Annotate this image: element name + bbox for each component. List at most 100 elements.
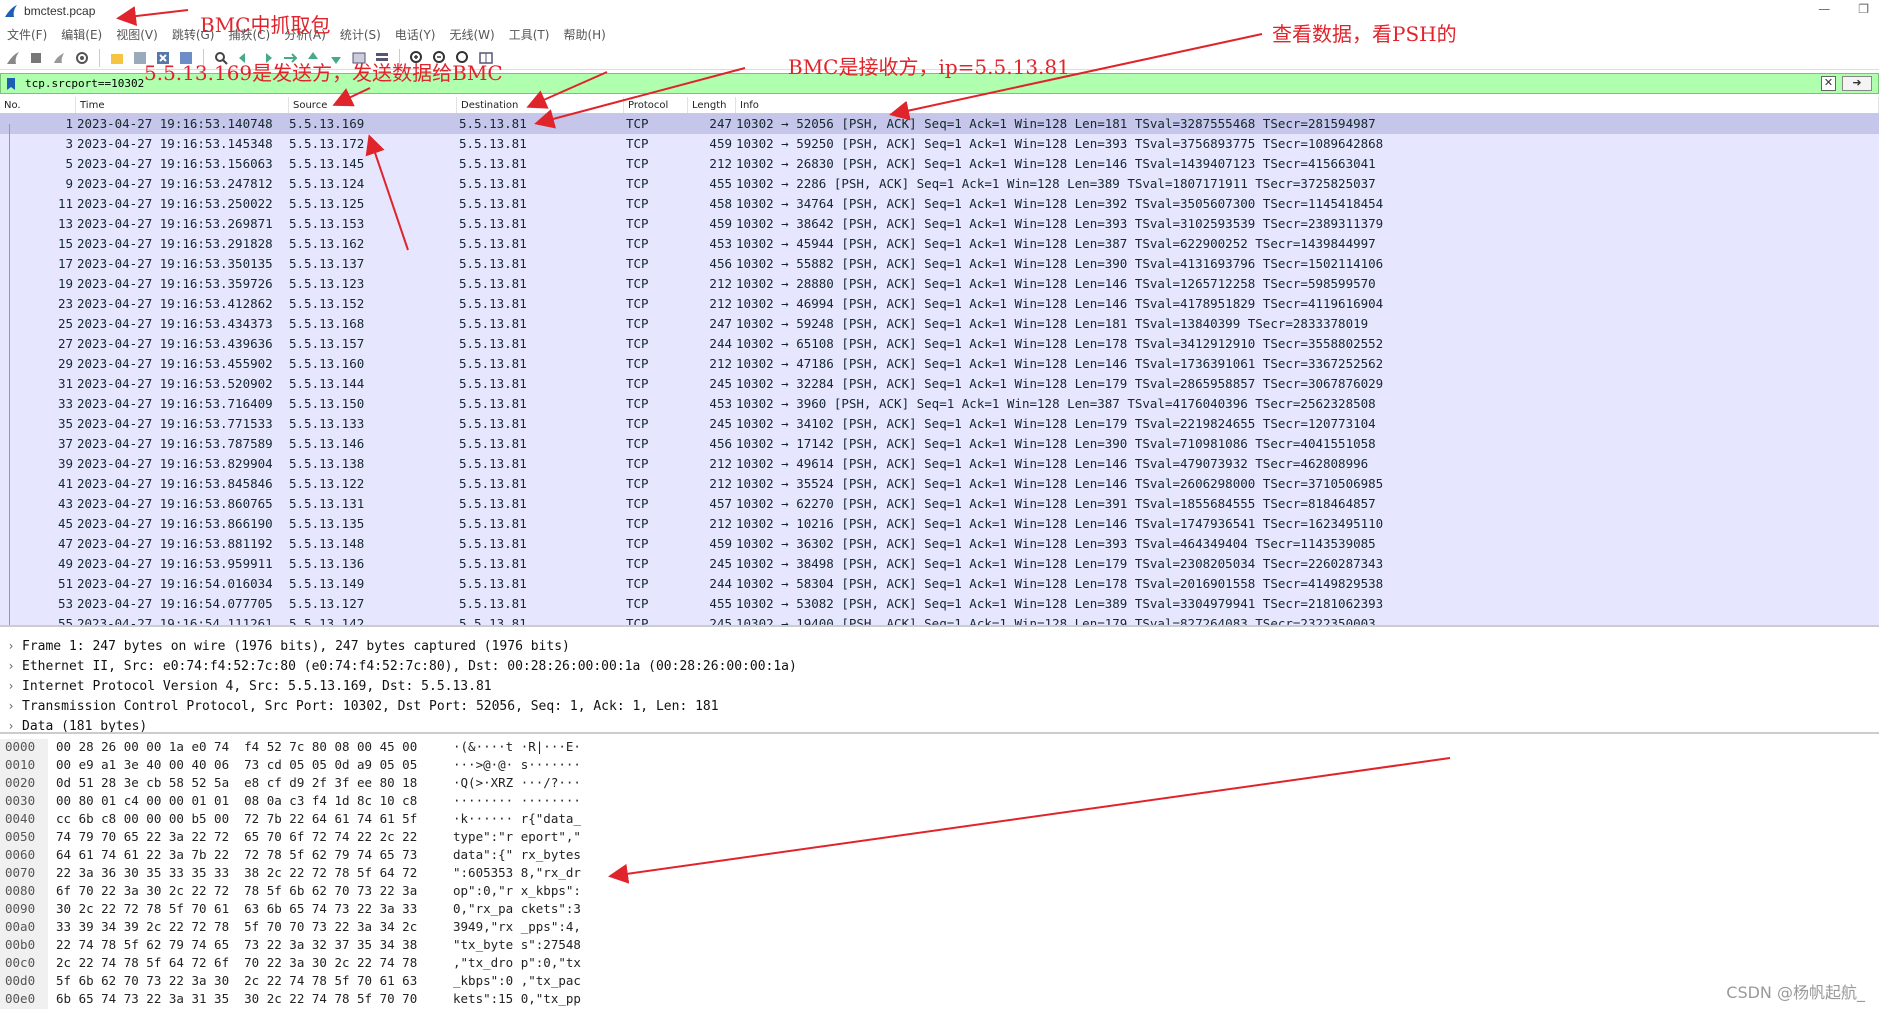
packet-cell-time: 2023-04-27 19:16:53.881192 (77, 536, 273, 551)
hex-dump-hex[interactable]: 00 80 01 c4 00 00 01 01 08 0a c3 f4 1d 8… (48, 793, 453, 811)
detail-tree-item[interactable]: › Frame 1: 247 bytes on wire (1976 bits),… (0, 636, 1879, 656)
hex-dump-off: 0010 (0, 757, 48, 775)
menu-item[interactable]: 无线(W) (443, 24, 502, 44)
column-header-destination[interactable]: Destination (457, 97, 624, 113)
hex-dump-ascii[interactable]: ·k······ r{"data_ (453, 811, 653, 829)
packet-row[interactable]: 41 2023-04-27 19:16:53.845846 5.5.13.122 5.… (0, 474, 1879, 494)
hex-dump-hex[interactable]: 6b 65 74 73 22 3a 31 35 30 2c 22 74 78 5… (48, 991, 453, 1009)
chevron-right-icon[interactable]: › (0, 699, 22, 713)
minimize-button[interactable]: — (1818, 2, 1830, 16)
hex-dump-ascii[interactable]: ········ ········ (453, 793, 653, 811)
apply-filter-button[interactable]: ➜ (1842, 76, 1872, 91)
chevron-right-icon[interactable]: › (0, 679, 22, 693)
clear-filter-button[interactable]: ✕ (1821, 76, 1836, 91)
packet-row[interactable]: 43 2023-04-27 19:16:53.860765 5.5.13.131 5.… (0, 494, 1879, 514)
column-header-length[interactable]: Length (688, 97, 736, 113)
hex-dump-hex[interactable]: 33 39 34 39 2c 22 72 78 5f 70 70 73 22 3… (48, 919, 453, 937)
column-header-info[interactable]: Info (736, 97, 1879, 113)
hex-dump-row: 0010 00 e9 a1 3e 40 00 40 06 73 cd 05 05 … (0, 757, 1879, 775)
hex-dump-hex[interactable]: 2c 22 74 78 5f 64 72 6f 70 22 3a 30 2c 2… (48, 955, 453, 973)
packet-row[interactable]: 11 2023-04-27 19:16:53.250022 5.5.13.125 5.… (0, 194, 1879, 214)
hex-dump-ascii[interactable]: data":{" rx_bytes (453, 847, 653, 865)
hex-dump-hex[interactable]: 00 e9 a1 3e 40 00 40 06 73 cd 05 05 0d a… (48, 757, 453, 775)
hex-dump-ascii[interactable]: ···>@·@· s······· (453, 757, 653, 775)
hex-dump-hex[interactable]: 30 2c 22 72 78 5f 70 61 63 6b 65 74 73 2… (48, 901, 453, 919)
hex-dump-hex[interactable]: 00 28 26 00 00 1a e0 74 f4 52 7c 80 08 0… (48, 739, 453, 757)
packet-row[interactable]: 23 2023-04-27 19:16:53.412862 5.5.13.152 5.… (0, 294, 1879, 314)
packet-row[interactable]: 3 2023-04-27 19:16:53.145348 5.5.13.172 5.5… (0, 134, 1879, 154)
restart-capture-icon[interactable] (50, 49, 68, 67)
menu-item[interactable]: 编辑(E) (54, 24, 109, 44)
hex-dump-hex[interactable]: 22 3a 36 30 35 33 35 33 38 2c 22 72 78 5… (48, 865, 453, 883)
hex-dump-hex[interactable]: 74 79 70 65 22 3a 22 72 65 70 6f 72 74 2… (48, 829, 453, 847)
packet-row[interactable]: 25 2023-04-27 19:16:53.434373 5.5.13.168 5.… (0, 314, 1879, 334)
menu-item[interactable]: 文件(F) (0, 24, 54, 44)
packet-row[interactable]: 13 2023-04-27 19:16:53.269871 5.5.13.153 5.… (0, 214, 1879, 234)
menu-item[interactable]: 视图(V) (109, 24, 165, 44)
hex-dump-ascii[interactable]: ":605353 8,"rx_dr (453, 865, 653, 883)
filter-bookmark-icon[interactable] (5, 77, 17, 91)
menu-item[interactable]: 工具(T) (502, 24, 557, 44)
packet-row[interactable]: 51 2023-04-27 19:16:54.016034 5.5.13.149 5.… (0, 574, 1879, 594)
packet-cell-src: 5.5.13.152 (289, 296, 365, 311)
packet-row[interactable]: 37 2023-04-27 19:16:53.787589 5.5.13.146 5.… (0, 434, 1879, 454)
packet-row[interactable]: 49 2023-04-27 19:16:53.959911 5.5.13.136 5.… (0, 554, 1879, 574)
hex-dump-ascii[interactable]: ,"tx_dro p":0,"tx (453, 955, 653, 973)
open-file-folder-icon[interactable] (108, 49, 126, 67)
packet-row[interactable]: 19 2023-04-27 19:16:53.359726 5.5.13.123 5.… (0, 274, 1879, 294)
hex-dump-hex[interactable]: cc 6b c8 00 00 00 b5 00 72 7b 22 64 61 7… (48, 811, 453, 829)
packet-cell-info: 10302 → 49614 [PSH, ACK] Seq=1 Ack=1 Win… (736, 456, 1369, 471)
packet-row[interactable]: 35 2023-04-27 19:16:53.771533 5.5.13.133 5.… (0, 414, 1879, 434)
detail-tree-item[interactable]: › Transmission Control Protocol, Src Port… (0, 696, 1879, 716)
detail-tree-item[interactable]: › Internet Protocol Version 4, Src: 5.5.1… (0, 676, 1879, 696)
packet-row[interactable]: 27 2023-04-27 19:16:53.439636 5.5.13.157 5.… (0, 334, 1879, 354)
hex-dump-hex[interactable]: 0d 51 28 3e cb 58 52 5a e8 cf d9 2f 3f e… (48, 775, 453, 793)
chevron-right-icon[interactable]: › (0, 659, 22, 673)
column-header-protocol[interactable]: Protocol (624, 97, 688, 113)
hex-dump-ascii[interactable]: _kbps":0 ,"tx_pac (453, 973, 653, 991)
packet-row[interactable]: 1 2023-04-27 19:16:53.140748 5.5.13.169 5.5… (0, 114, 1879, 134)
packet-row[interactable]: 29 2023-04-27 19:16:53.455902 5.5.13.160 5.… (0, 354, 1879, 374)
packet-row[interactable]: 39 2023-04-27 19:16:53.829904 5.5.13.138 5.… (0, 454, 1879, 474)
column-header-source[interactable]: Source (289, 97, 457, 113)
hex-dump-hex[interactable]: 6f 70 22 3a 30 2c 22 72 78 5f 6b 62 70 7… (48, 883, 453, 901)
hex-dump-ascii[interactable]: ·(&····t ·R|···E· (453, 739, 653, 757)
menu-item[interactable]: 帮助(H) (556, 24, 612, 44)
packet-row[interactable]: 47 2023-04-27 19:16:53.881192 5.5.13.148 5.… (0, 534, 1879, 554)
column-header-no[interactable]: No. (0, 97, 76, 113)
packet-row[interactable]: 17 2023-04-27 19:16:53.350135 5.5.13.137 5.… (0, 254, 1879, 274)
menu-item[interactable]: 电话(Y) (388, 24, 443, 44)
menu-item[interactable]: 统计(S) (333, 24, 388, 44)
packet-row[interactable]: 55 2023-04-27 19:16:54.111261 5.5.13.142 5.… (0, 614, 1879, 625)
packet-row[interactable]: 31 2023-04-27 19:16:53.520902 5.5.13.144 5.… (0, 374, 1879, 394)
column-header-time[interactable]: Time (76, 97, 289, 113)
packet-row[interactable]: 5 2023-04-27 19:16:53.156063 5.5.13.145 5.5… (0, 154, 1879, 174)
packet-cell-src: 5.5.13.149 (289, 576, 365, 591)
detail-tree-item[interactable]: › Ethernet II, Src: e0:74:f4:52:7c:80 (e0… (0, 656, 1879, 676)
packet-row[interactable]: 33 2023-04-27 19:16:53.716409 5.5.13.150 5.… (0, 394, 1879, 414)
packet-cell-len: 459 (709, 216, 732, 231)
hex-dump-ascii[interactable]: kets":15 0,"tx_pp (453, 991, 653, 1009)
start-capture-fin-icon[interactable] (4, 49, 22, 67)
hex-dump-ascii[interactable]: ·Q(>·XRZ ···/?··· (453, 775, 653, 793)
restore-button[interactable]: ❐ (1858, 2, 1869, 16)
packet-cell-no: 3 (65, 136, 73, 151)
hex-dump-hex[interactable]: 64 61 74 61 22 3a 7b 22 72 78 5f 62 79 7… (48, 847, 453, 865)
chevron-right-icon[interactable]: › (0, 719, 22, 732)
detail-tree-item[interactable]: › Data (181 bytes) (0, 716, 1879, 733)
packet-cell-info: 10302 → 65108 [PSH, ACK] Seq=1 Ack=1 Win… (736, 336, 1384, 351)
hex-dump-ascii[interactable]: "tx_byte s":27548 (453, 937, 653, 955)
packet-row[interactable]: 15 2023-04-27 19:16:53.291828 5.5.13.162 5.… (0, 234, 1879, 254)
stop-capture-icon[interactable] (27, 49, 45, 67)
hex-dump-ascii[interactable]: 0,"rx_pa ckets":3 (453, 901, 653, 919)
hex-dump-ascii[interactable]: op":0,"r x_kbps": (453, 883, 653, 901)
packet-row[interactable]: 45 2023-04-27 19:16:53.866190 5.5.13.135 5.… (0, 514, 1879, 534)
hex-dump-ascii[interactable]: 3949,"rx _pps":4, (453, 919, 653, 937)
chevron-right-icon[interactable]: › (0, 639, 22, 653)
hex-dump-hex[interactable]: 5f 6b 62 70 73 22 3a 30 2c 22 74 78 5f 7… (48, 973, 453, 991)
capture-options-gear-icon[interactable] (73, 49, 91, 67)
packet-row[interactable]: 53 2023-04-27 19:16:54.077705 5.5.13.127 5.… (0, 594, 1879, 614)
packet-row[interactable]: 9 2023-04-27 19:16:53.247812 5.5.13.124 5.5… (0, 174, 1879, 194)
hex-dump-hex[interactable]: 22 74 78 5f 62 79 74 65 73 22 3a 32 37 3… (48, 937, 453, 955)
hex-dump-ascii[interactable]: type":"r eport"," (453, 829, 653, 847)
